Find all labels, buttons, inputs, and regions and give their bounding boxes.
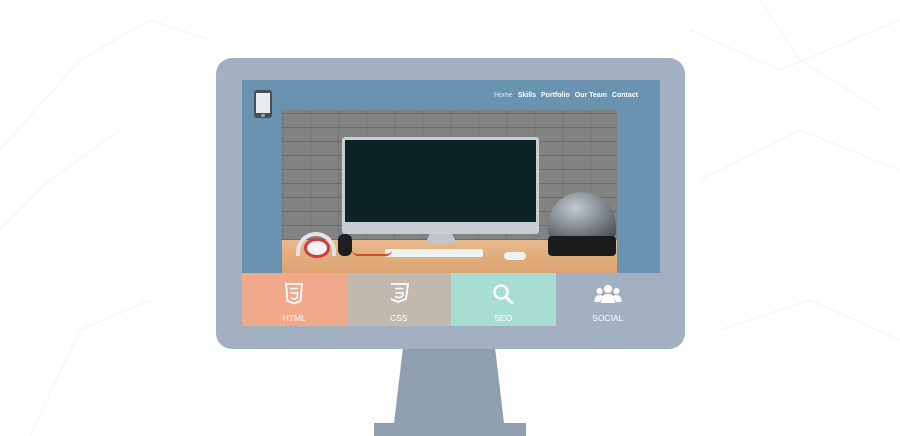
website-screen: Home Skills Portfolio Our Team Contact H… (242, 80, 660, 326)
nav-home[interactable]: Home (494, 92, 513, 99)
tile-label: CSS (390, 313, 408, 323)
css3-icon (390, 283, 409, 303)
keyboard (385, 249, 483, 257)
nav-contact[interactable]: Contact (612, 92, 638, 99)
monitor-stand (394, 349, 504, 423)
people-icon (594, 285, 622, 303)
main-nav: Home Skills Portfolio Our Team Contact (494, 92, 638, 99)
tile-html[interactable]: HTML (242, 273, 347, 326)
hero-image (282, 110, 617, 273)
monitor-base (374, 423, 526, 436)
tile-label: HTML (282, 313, 306, 323)
tile-social[interactable]: SOCIAL (555, 273, 660, 326)
nav-portfolio[interactable]: Portfolio (541, 92, 570, 99)
nav-skills[interactable]: Skills (518, 92, 536, 99)
tile-label: SOCIAL (592, 313, 624, 323)
mouse (504, 252, 526, 260)
tile-css[interactable]: CSS (346, 273, 451, 326)
imac-display (342, 137, 539, 234)
nav-our-team[interactable]: Our Team (575, 92, 607, 99)
html5-icon (285, 283, 304, 305)
skills-tiles: HTML CSS SEO SOCIAL (242, 273, 660, 326)
headphones (304, 238, 330, 258)
tile-seo[interactable]: SEO (451, 273, 556, 326)
tile-label: SEO (494, 313, 513, 323)
magnifier-icon (493, 284, 514, 305)
smartphone-icon[interactable] (254, 90, 272, 118)
